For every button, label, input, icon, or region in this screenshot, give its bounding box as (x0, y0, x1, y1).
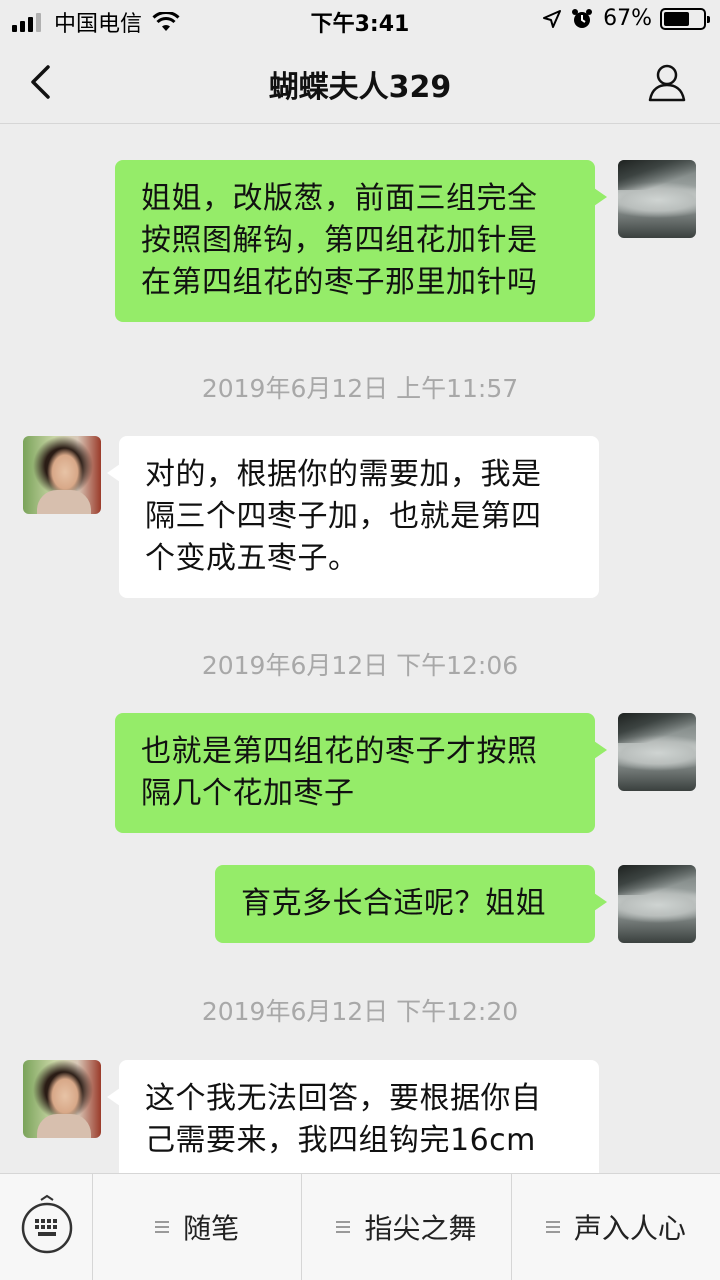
timestamp: 2019年6月12日 上午11:57 (201, 374, 519, 403)
avatar-self[interactable] (618, 713, 696, 791)
keyboard-icon (21, 1194, 73, 1254)
menu-item-label: 随笔 (183, 1212, 240, 1245)
menu-list-icon (545, 1220, 560, 1234)
message-bubble-outgoing[interactable]: 也就是第四组花的枣子才按照 隔几个花加枣子 (115, 713, 607, 833)
chat-title: 蝴蝶夫人329 (268, 70, 452, 105)
timestamp: 2019年6月12日 下午12:20 (201, 997, 519, 1026)
avatar-contact[interactable] (23, 1060, 101, 1138)
menu-item-label: 声入人心 (573, 1212, 686, 1245)
location-arrow-icon (543, 9, 562, 28)
status-bar: 中国电信 下午3:41 67% (0, 0, 720, 40)
timestamp: 2019年6月12日 下午12:06 (201, 651, 519, 680)
battery-fill (664, 11, 689, 26)
message-bubble-outgoing[interactable]: 姐姐，改版葱，前面三组完全 按照图解钩，第四组花加针是 在第四组花的枣子那里加针… (115, 160, 607, 322)
battery-icon (660, 7, 710, 30)
avatar-self[interactable] (618, 865, 696, 943)
menu-list-icon (336, 1220, 351, 1234)
alarm-icon (572, 8, 593, 28)
menu-list-icon (155, 1220, 170, 1234)
menu-item-label: 指尖之舞 (364, 1212, 477, 1245)
menu-item-essays[interactable]: 随笔 (93, 1174, 303, 1280)
nav-bar: 蝴蝶夫人329 (0, 40, 720, 124)
profile-icon[interactable] (648, 62, 686, 102)
message-bubble-outgoing[interactable]: 育克多长合适呢？姐姐 (215, 865, 607, 943)
menu-item-fingertip-dance[interactable]: 指尖之舞 (302, 1174, 512, 1280)
keyboard-toggle-button[interactable] (0, 1174, 93, 1280)
avatar-self[interactable] (618, 160, 696, 238)
bottom-menu-bar: 随笔 指尖之舞 声入人心 (0, 1173, 720, 1280)
message-bubble-incoming[interactable]: 这个我无法回答，要根据你自 己需要来，我四组钩完16cm (107, 1060, 599, 1173)
status-right: 67% (543, 6, 710, 31)
message-bubble-incoming[interactable]: 对的，根据你的需要加，我是 隔三个四枣子加，也就是第四 个变成五枣子。 (107, 436, 599, 598)
chat-area[interactable]: 姐姐，改版葱，前面三组完全 按照图解钩，第四组花加针是 在第四组花的枣子那里加针… (0, 125, 720, 1173)
battery-percent: 67% (603, 6, 652, 31)
avatar-contact[interactable] (23, 436, 101, 514)
menu-item-voice[interactable]: 声入人心 (512, 1174, 720, 1280)
